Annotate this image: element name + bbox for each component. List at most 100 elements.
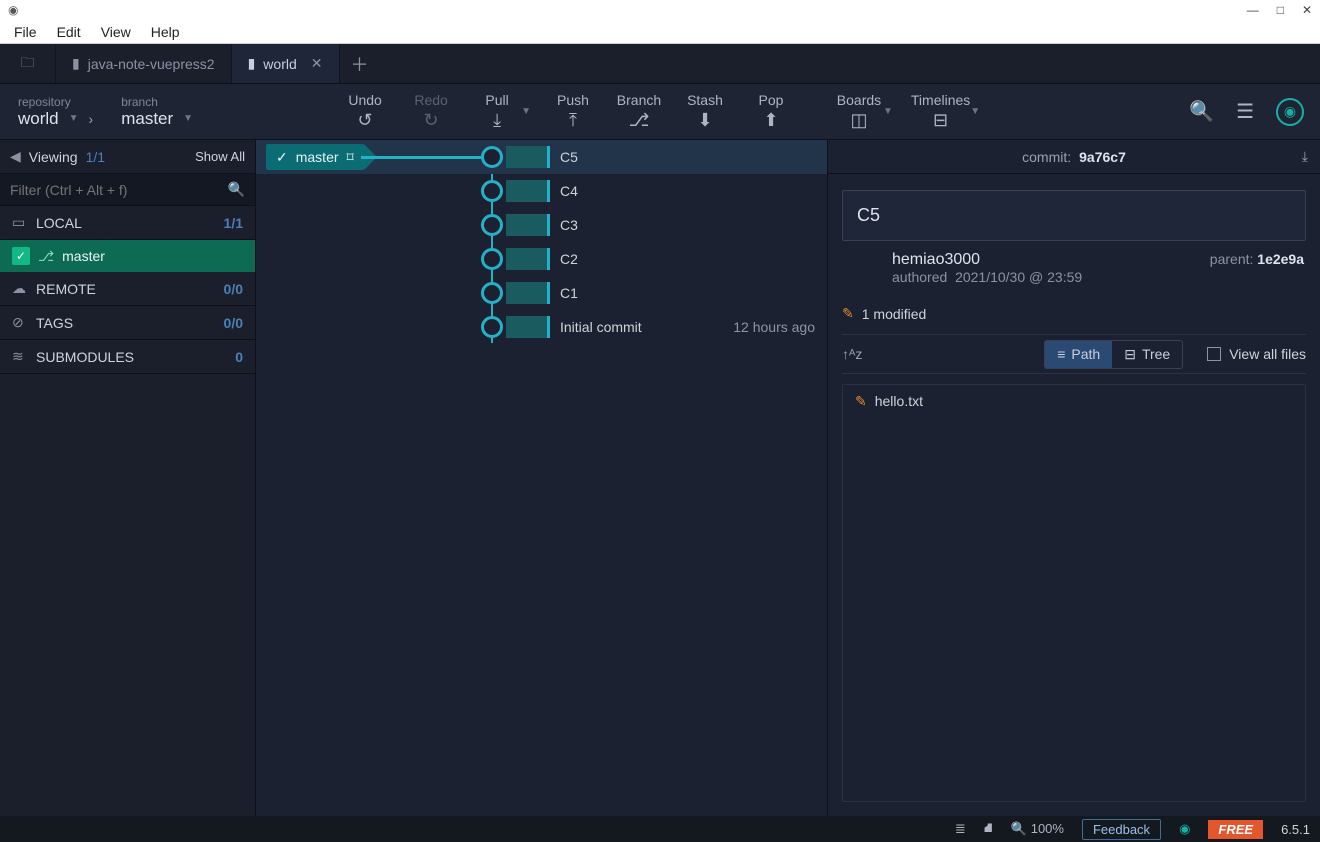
sort-icon[interactable]: ↑ᴬᴢ: [842, 346, 862, 362]
boards-button[interactable]: Boards ◫: [835, 92, 883, 131]
commit-message: C5: [560, 149, 578, 165]
commit-hash: 9a76c7: [1079, 149, 1126, 165]
commit-row[interactable]: C2: [256, 242, 827, 276]
redo-button[interactable]: Redo ↻: [407, 92, 455, 131]
toolbar: repository world▼› branch master▼ Undo ↺…: [0, 84, 1320, 140]
undo-button[interactable]: Undo ↺: [341, 92, 389, 131]
commit-node-icon: [481, 214, 503, 236]
check-icon: ✓: [12, 247, 30, 265]
commit-swatch: [506, 248, 550, 270]
new-tab-button[interactable]: ＋: [340, 44, 380, 83]
commit-swatch: [506, 282, 550, 304]
commit-row[interactable]: ✓ master ⌑ C5: [256, 140, 827, 174]
kraken-logo-icon[interactable]: ◉: [1276, 98, 1304, 126]
tab-java-note[interactable]: ▮ java-note-vuepress2: [56, 44, 232, 83]
commit-node-icon: [481, 316, 503, 338]
chevron-down-icon[interactable]: ▼: [970, 106, 980, 117]
file-row[interactable]: ✎ hello.txt: [843, 385, 1305, 417]
sidebar-section-submodules[interactable]: ≋ SUBMODULES 0: [0, 340, 255, 374]
viewing-count: 1/1: [86, 149, 105, 165]
chevron-down-icon[interactable]: ▼: [521, 106, 531, 117]
app-icon: ◉: [8, 3, 18, 17]
commit-swatch: [506, 214, 550, 236]
commit-row[interactable]: C3: [256, 208, 827, 242]
commit-row[interactable]: Initial commit 12 hours ago: [256, 310, 827, 344]
section-icon: ☁: [12, 280, 36, 297]
minimize-icon[interactable]: —: [1247, 3, 1259, 17]
branch-icon: ⎇: [629, 110, 650, 131]
commit-message: C1: [560, 285, 578, 301]
sidebar-section-local[interactable]: ▭ LOCAL 1/1: [0, 206, 255, 240]
checkbox-icon: [1207, 347, 1221, 361]
commit-node-icon: [481, 146, 503, 168]
version-label: 6.5.1: [1281, 822, 1310, 837]
view-all-files-toggle[interactable]: View all files: [1207, 346, 1306, 362]
menu-view[interactable]: View: [93, 22, 139, 42]
gift-icon[interactable]: ⛘: [984, 820, 993, 838]
stash-icon: ⬇: [697, 110, 712, 131]
show-all-button[interactable]: Show All: [195, 149, 245, 164]
tab-world[interactable]: ▮ world ✕: [232, 44, 340, 83]
repo-folder-icon[interactable]: 🗀: [0, 44, 56, 83]
filter-input[interactable]: [10, 182, 228, 198]
menu-edit[interactable]: Edit: [49, 22, 89, 42]
commit-node-icon: [481, 180, 503, 202]
hamburger-icon[interactable]: ☰: [1236, 99, 1254, 124]
timelines-button[interactable]: Timelines ⊟: [911, 92, 970, 131]
commit-message: C3: [560, 217, 578, 233]
sidebar-section-remote[interactable]: ☁ REMOTE 0/0: [0, 272, 255, 306]
kraken-icon[interactable]: ◉: [1179, 821, 1190, 837]
window-titlebar: ◉ — □ ✕: [0, 0, 1320, 20]
folder-icon: ▮: [248, 55, 256, 72]
tabbar: 🗀 ▮ java-note-vuepress2 ▮ world ✕ ＋: [0, 44, 1320, 84]
viewing-label: Viewing: [29, 149, 78, 165]
file-name: hello.txt: [875, 393, 923, 409]
folder-icon: ▮: [72, 55, 80, 72]
parent-hash[interactable]: 1e2e9a: [1257, 251, 1304, 267]
push-icon: ⤒: [569, 110, 577, 131]
commit-message: C4: [560, 183, 578, 199]
path-view-button[interactable]: ≡Path: [1045, 341, 1112, 368]
zoom-control[interactable]: 🔍 100%: [1011, 821, 1064, 837]
close-icon[interactable]: ✕: [1302, 3, 1312, 17]
search-icon[interactable]: 🔍: [228, 181, 245, 198]
list-icon: ≡: [1057, 346, 1065, 362]
branch-pill[interactable]: ✓ master ⌑: [266, 144, 364, 170]
commit-time: 12 hours ago: [733, 319, 815, 335]
commit-graph[interactable]: ✓ master ⌑ C5 C4 C3 C2 C1: [256, 140, 828, 816]
pull-button[interactable]: Pull ⤓: [473, 92, 521, 131]
pop-button[interactable]: Pop ⬆: [747, 92, 795, 131]
branch-button[interactable]: Branch ⎇: [615, 92, 663, 131]
feedback-button[interactable]: Feedback: [1082, 819, 1161, 840]
menu-file[interactable]: File: [6, 22, 45, 42]
menu-help[interactable]: Help: [143, 22, 188, 42]
branch-dropdown[interactable]: branch master▼: [121, 95, 193, 129]
authored-date: 2021/10/30 @ 23:59: [955, 269, 1082, 285]
commit-message[interactable]: C5: [842, 190, 1306, 241]
plan-badge[interactable]: FREE: [1208, 820, 1263, 839]
push-button[interactable]: Push ⤒: [549, 92, 597, 131]
commit-node-icon: [481, 282, 503, 304]
search-icon[interactable]: 🔍: [1189, 99, 1214, 124]
sidebar-branch-master[interactable]: ✓ ⎇ master: [0, 240, 255, 272]
download-icon[interactable]: ⤓: [1302, 148, 1308, 165]
section-icon: ⊘: [12, 314, 36, 331]
sidebar-section-tags[interactable]: ⊘ TAGS 0/0: [0, 306, 255, 340]
stash-button[interactable]: Stash ⬇: [681, 92, 729, 131]
commit-message: Initial commit: [560, 319, 642, 335]
laptop-icon: ⌑: [347, 149, 354, 166]
edit-icon: ✎: [855, 393, 867, 410]
commit-row[interactable]: C1: [256, 276, 827, 310]
commit-row[interactable]: C4: [256, 174, 827, 208]
list-icon[interactable]: ≣: [955, 821, 966, 837]
back-icon[interactable]: ◀: [10, 148, 21, 165]
commit-message: C2: [560, 251, 578, 267]
chevron-down-icon[interactable]: ▼: [883, 106, 893, 117]
section-icon: ▭: [12, 214, 36, 231]
pull-icon: ⤓: [493, 110, 501, 131]
close-tab-icon[interactable]: ✕: [311, 55, 323, 72]
repository-dropdown[interactable]: repository world▼›: [18, 95, 93, 129]
maximize-icon[interactable]: □: [1277, 3, 1284, 17]
tree-view-button[interactable]: ⊟Tree: [1112, 341, 1182, 368]
tree-icon: ⊟: [1124, 346, 1136, 363]
